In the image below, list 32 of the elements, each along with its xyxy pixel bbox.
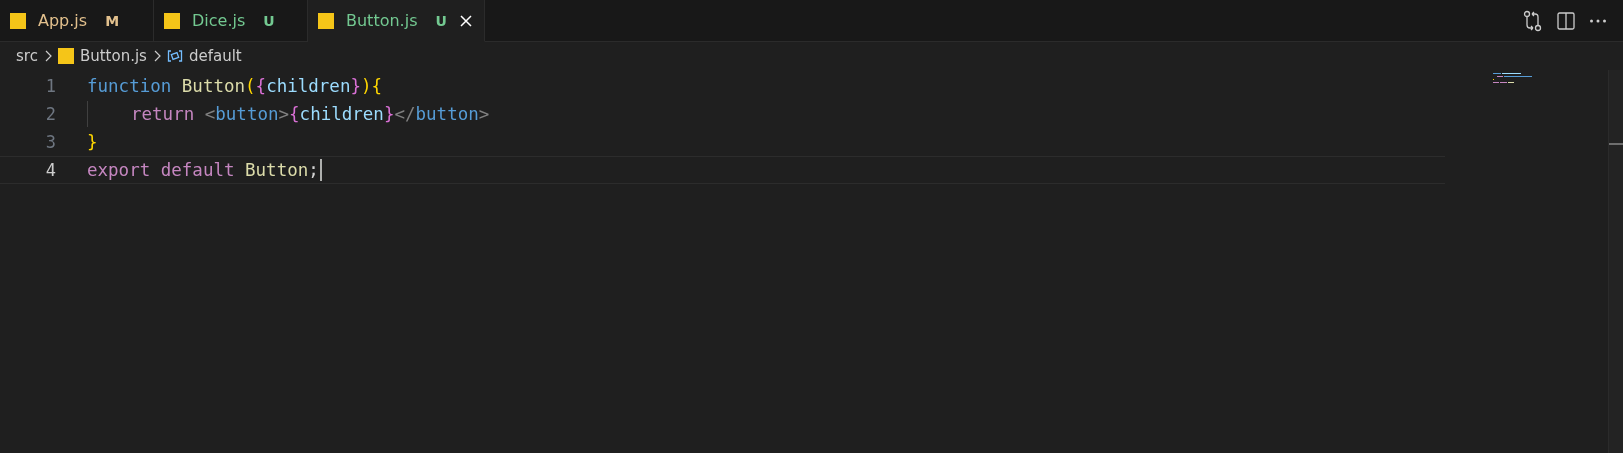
split-editor-icon[interactable] [1557,11,1575,30]
line-number: 2 [44,104,57,124]
js-file-icon [164,12,180,29]
chevron-icon [43,50,52,62]
tab-label: App.js [38,11,88,30]
text-cursor [319,159,322,181]
editor-tab[interactable]: Button.js U [308,0,485,42]
js-file-icon [57,48,74,64]
breadcrumb-item[interactable]: Button.js [79,47,147,65]
breadcrumb-item[interactable]: src [16,47,38,65]
minimap [1493,72,1533,84]
code-line: return <button>{children}</button> [131,103,490,126]
compare-changes-icon[interactable] [1523,9,1543,32]
tab-label: Dice.js [192,11,246,30]
tab-label: Button.js [346,11,418,30]
more-icon[interactable] [1589,17,1607,24]
breadcrumb-item[interactable]: default [188,47,242,65]
line-number: 1 [44,76,57,96]
line-number: 3 [44,132,57,152]
js-file-icon [318,12,334,29]
close-icon[interactable] [458,12,474,29]
code-line: export default Button; [87,159,319,182]
code-line: } [87,131,98,154]
git-status: U [263,12,275,29]
js-file-icon [10,12,26,29]
git-status: U [435,12,447,29]
git-status: M [105,12,120,29]
line-number: 4 [44,160,57,180]
code-line: function Button({children}){ [87,75,383,98]
symbol-icon [166,49,183,63]
chevron-icon [152,50,161,62]
scrollbar[interactable] [1608,70,1623,453]
